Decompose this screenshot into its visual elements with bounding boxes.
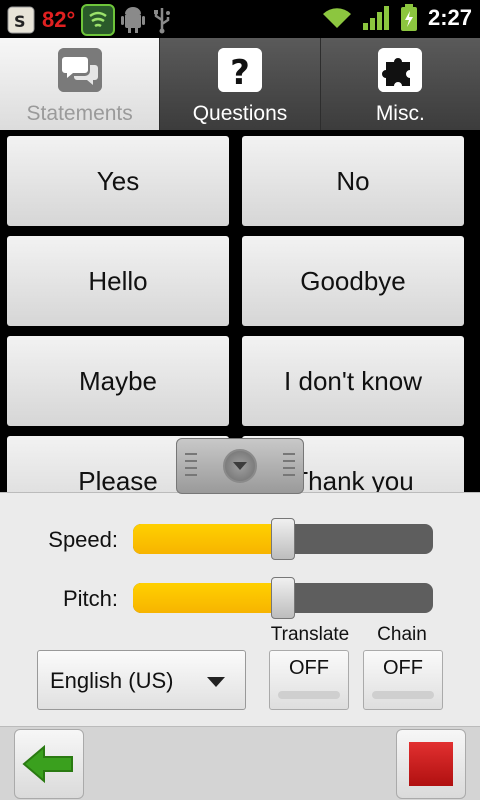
language-selected: English (US) [50,668,174,693]
speed-slider-fill [133,524,283,554]
drawer-handle[interactable] [176,438,304,494]
status-bar: S 82° 2:27 [0,0,480,38]
speech-bubbles-icon [57,48,102,92]
puzzle-piece-icon [378,48,423,92]
pitch-slider-thumb[interactable] [271,577,295,619]
grip-right-icon [283,453,295,479]
translate-caption: Translate [270,624,350,645]
pitch-slider-fill [133,583,283,613]
phrase-button-maybe[interactable]: Maybe [7,336,229,426]
back-button[interactable] [14,729,84,799]
grip-left-icon [185,453,197,479]
red-stop-square-icon [409,742,453,786]
weather-app-icon: S [7,6,35,34]
chain-caption: Chain [377,624,427,645]
stop-button[interactable] [396,729,466,799]
translate-indicator [278,691,340,699]
green-left-arrow-icon [22,744,73,784]
phrase-button-hello[interactable]: Hello [7,236,229,326]
signal-icon [362,6,389,30]
battery-charging-icon [400,4,417,31]
svg-text:S: S [14,12,26,31]
phrase-button-no[interactable]: No [242,136,464,226]
phrase-button-i-dont-know[interactable]: I don't know [242,336,464,426]
category-tabs: Statements ? Questions Misc. [0,38,480,130]
language-dropdown[interactable]: English (US) [37,650,246,710]
tab-statements[interactable]: Statements [0,38,161,130]
dropdown-arrow-icon [207,677,225,687]
bottom-action-bar [0,726,480,800]
phrase-button-goodbye[interactable]: Goodbye [242,236,464,326]
svg-text:?: ? [230,53,250,92]
wifi-icon [322,8,351,28]
chain-toggle[interactable]: OFF [363,650,443,710]
tab-questions[interactable]: ? Questions [160,38,321,130]
tab-label: Statements [26,102,133,125]
tab-label: Questions [192,102,288,125]
temperature-text: 82° [42,7,76,32]
chain-state: OFF [383,657,423,679]
pitch-label: Pitch: [62,586,118,611]
clock-text: 2:27 [427,5,472,30]
collapse-down-icon [223,449,257,483]
android-debug-icon [121,7,146,33]
speed-label: Speed: [48,527,118,552]
tab-misc[interactable]: Misc. [320,38,480,130]
question-mark-icon: ? [217,48,262,92]
phrase-button-yes[interactable]: Yes [7,136,229,226]
chain-indicator [372,691,434,699]
translate-state: OFF [289,657,329,679]
shield-icon [81,4,116,36]
tab-label: Misc. [375,102,425,125]
speed-slider-thumb[interactable] [271,518,295,560]
usb-icon [154,8,171,34]
translate-toggle[interactable]: OFF [269,650,349,710]
